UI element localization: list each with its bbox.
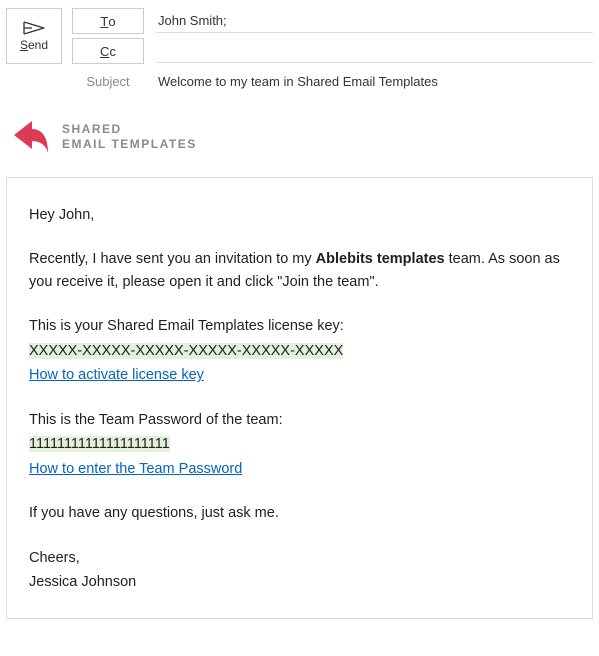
teampw-label: This is the Team Password of the team: [29,409,570,431]
subject-label: Subject [72,74,144,89]
greeting: Hey John, [29,204,570,226]
send-label: Send [20,38,48,52]
cc-button[interactable]: Cc [72,38,144,64]
signer: Jessica Johnson [29,571,570,593]
email-body[interactable]: Hey John, Recently, I have sent you an i… [6,177,593,619]
send-icon [23,20,45,36]
send-button[interactable]: Send [6,8,62,64]
subject-input[interactable] [156,70,593,93]
ask-line: If you have any questions, just ask me. [29,502,570,524]
compose-header: Send To Cc Subject [0,0,599,93]
license-link[interactable]: How to activate license key [29,364,570,386]
brand-row: SHARED EMAIL TEMPLATES [0,93,599,177]
teampw-value: 11111111111111111111 [29,433,570,455]
intro-paragraph: Recently, I have sent you an invitation … [29,248,570,293]
cc-input[interactable] [156,39,593,63]
brand-text: SHARED EMAIL TEMPLATES [62,122,197,152]
signoff: Cheers, [29,547,570,569]
teampw-link[interactable]: How to enter the Team Password [29,458,570,480]
to-input[interactable] [156,9,593,33]
header-fields: To Cc Subject [72,8,593,93]
reply-arrow-icon [8,115,52,159]
to-button[interactable]: To [72,8,144,34]
license-label: This is your Shared Email Templates lice… [29,315,570,337]
license-key: XXXXX-XXXXX-XXXXX-XXXXX-XXXXX-XXXXX [29,340,570,362]
